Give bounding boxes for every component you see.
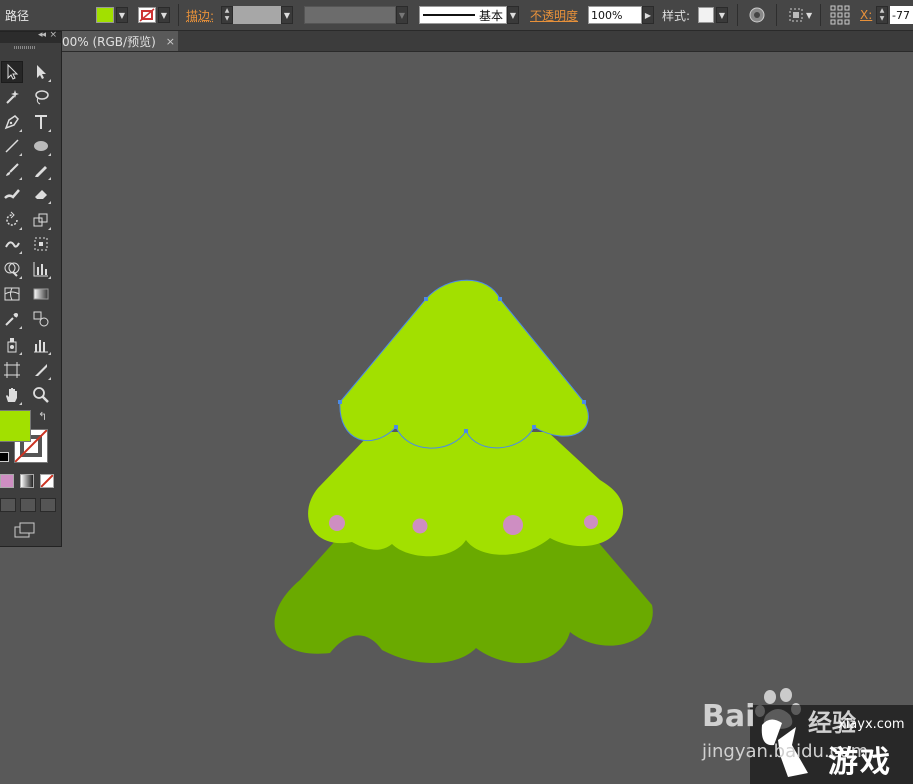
chevron-down-icon[interactable]: ▼	[281, 6, 293, 24]
swap-fill-stroke-icon[interactable]: ↰	[38, 410, 47, 423]
column-graph-tool-icon[interactable]	[30, 334, 52, 356]
graphic-style-swatch[interactable]	[698, 7, 714, 23]
scale-tool-icon[interactable]	[30, 209, 52, 231]
ornament[interactable]	[329, 515, 345, 531]
blend-tool-icon[interactable]	[30, 308, 52, 330]
pen-tool-icon[interactable]	[1, 111, 23, 133]
lasso-tool-icon[interactable]	[30, 86, 52, 108]
document-title: 00% (RGB/预览)	[62, 34, 156, 49]
rotate-tool-icon[interactable]	[1, 209, 23, 231]
default-colors-icon[interactable]	[0, 452, 9, 462]
color-mode-button[interactable]	[0, 474, 14, 488]
profile-preview[interactable]	[304, 6, 396, 24]
close-icon[interactable]: ×	[49, 30, 57, 40]
stroke-weight-input[interactable]	[233, 6, 281, 24]
opacity-label[interactable]: 不透明度	[530, 0, 578, 30]
reference-point-icon[interactable]	[830, 0, 850, 30]
tools-panel-header[interactable]: ◂◂ ×	[0, 30, 61, 43]
chevron-down-icon[interactable]: ▼	[116, 7, 128, 23]
draw-inside-button[interactable]	[40, 498, 56, 512]
recolor-artwork-icon[interactable]	[748, 0, 766, 30]
eyedropper-tool-icon[interactable]	[1, 308, 23, 330]
control-bar: 路径 ▼ ▼ 描边: ▲ ▼ ▼ ▼ 基本 ▼ 不透明度 100% ▶ 样式: …	[0, 0, 913, 31]
stroke-line-icon	[423, 14, 475, 16]
paintbrush-tool-icon[interactable]	[1, 159, 23, 181]
artboard-tool-icon[interactable]	[1, 359, 23, 381]
stroke-weight-label[interactable]: 描边:	[186, 0, 214, 30]
brush-name: 基本	[478, 8, 503, 23]
no-stroke-icon	[139, 8, 155, 22]
ornament[interactable]	[412, 518, 428, 534]
stroke-weight-field[interactable]: ▲ ▼ ▼	[221, 0, 293, 30]
opacity-input[interactable]: 100%	[588, 6, 642, 24]
stroke-color-control[interactable]: ▼	[138, 0, 170, 30]
divider	[776, 4, 777, 26]
chevron-down-icon[interactable]: ▼	[507, 6, 519, 24]
artboard-canvas[interactable]	[62, 52, 913, 784]
opacity-field[interactable]: 100% ▶	[588, 0, 654, 30]
chevron-down-icon[interactable]: ▼	[158, 7, 170, 23]
warp-tool-icon[interactable]	[1, 233, 23, 255]
ornament[interactable]	[503, 515, 523, 535]
type-tool-icon[interactable]	[30, 111, 52, 133]
divider	[737, 4, 738, 26]
draw-behind-button[interactable]	[20, 498, 36, 512]
tools-panel: ◂◂ × ↰	[0, 30, 62, 547]
chevron-down-icon[interactable]: ▼	[716, 7, 728, 23]
draw-normal-button[interactable]	[0, 498, 16, 512]
slice-tool-icon[interactable]	[30, 359, 52, 381]
mesh-tool-icon[interactable]	[1, 283, 23, 305]
pencil-tool-icon[interactable]	[30, 159, 52, 181]
x-coordinate-label[interactable]: X:	[860, 0, 872, 30]
stepper-icon[interactable]: ▲ ▼	[221, 6, 233, 24]
object-type-label: 路径	[5, 8, 30, 23]
ellipse-tool-icon[interactable]	[30, 135, 52, 157]
align-options-icon[interactable]: ▼	[788, 0, 812, 30]
eraser-tool-icon[interactable]	[30, 183, 52, 205]
screen-mode-icon[interactable]	[14, 522, 36, 543]
fill-color-swatch[interactable]	[0, 410, 31, 442]
blob-brush-tool-icon[interactable]	[1, 183, 23, 205]
divider	[820, 4, 821, 26]
brush-definition[interactable]: 基本 ▼	[419, 0, 519, 30]
x-stepper-icon[interactable]: ▲ ▼	[876, 6, 888, 24]
fill-color-swatch[interactable]	[96, 7, 114, 23]
gradient-tool-icon[interactable]	[30, 283, 52, 305]
zoom-tool-icon[interactable]	[30, 384, 52, 406]
no-fill-icon	[40, 474, 54, 488]
shape-builder-tool-icon[interactable]	[1, 258, 23, 280]
selection-tool-icon[interactable]	[1, 61, 23, 83]
panel-grip[interactable]	[14, 46, 36, 49]
tree-middle-tier[interactable]	[308, 432, 624, 557]
line-tool-icon[interactable]	[1, 135, 23, 157]
close-icon[interactable]: ×	[166, 35, 175, 48]
chevron-down-icon[interactable]: ▼	[396, 6, 408, 24]
chevron-right-icon[interactable]: ▶	[642, 6, 654, 24]
symbol-sprayer-tool-icon[interactable]	[1, 334, 23, 356]
document-tab[interactable]: 00% (RGB/预览) ×	[58, 31, 178, 51]
x-coordinate-input[interactable]: -77	[890, 6, 913, 24]
document-tab-bar: 00% (RGB/预览) ×	[0, 31, 913, 52]
stroke-none-swatch[interactable]	[138, 7, 156, 23]
none-mode-button[interactable]	[40, 474, 54, 488]
direct-selection-tool-icon[interactable]	[30, 61, 52, 83]
ornament[interactable]	[584, 515, 598, 529]
free-transform-tool-icon[interactable]	[30, 233, 52, 255]
variable-width-profile[interactable]: ▼	[304, 0, 408, 30]
divider	[178, 4, 179, 26]
graphic-style-control[interactable]: ▼	[698, 0, 728, 30]
tree-top-tier[interactable]	[339, 279, 589, 449]
style-label: 样式:	[662, 8, 691, 23]
gradient-mode-button[interactable]	[20, 474, 34, 488]
brush-preview[interactable]: 基本	[419, 6, 507, 24]
collapse-icon[interactable]: ◂◂	[38, 30, 46, 40]
fill-color-control[interactable]: ▼	[96, 0, 128, 30]
hand-tool-icon[interactable]	[1, 384, 23, 406]
magic-wand-tool-icon[interactable]	[1, 86, 23, 108]
graph-tool-icon[interactable]	[30, 258, 52, 280]
